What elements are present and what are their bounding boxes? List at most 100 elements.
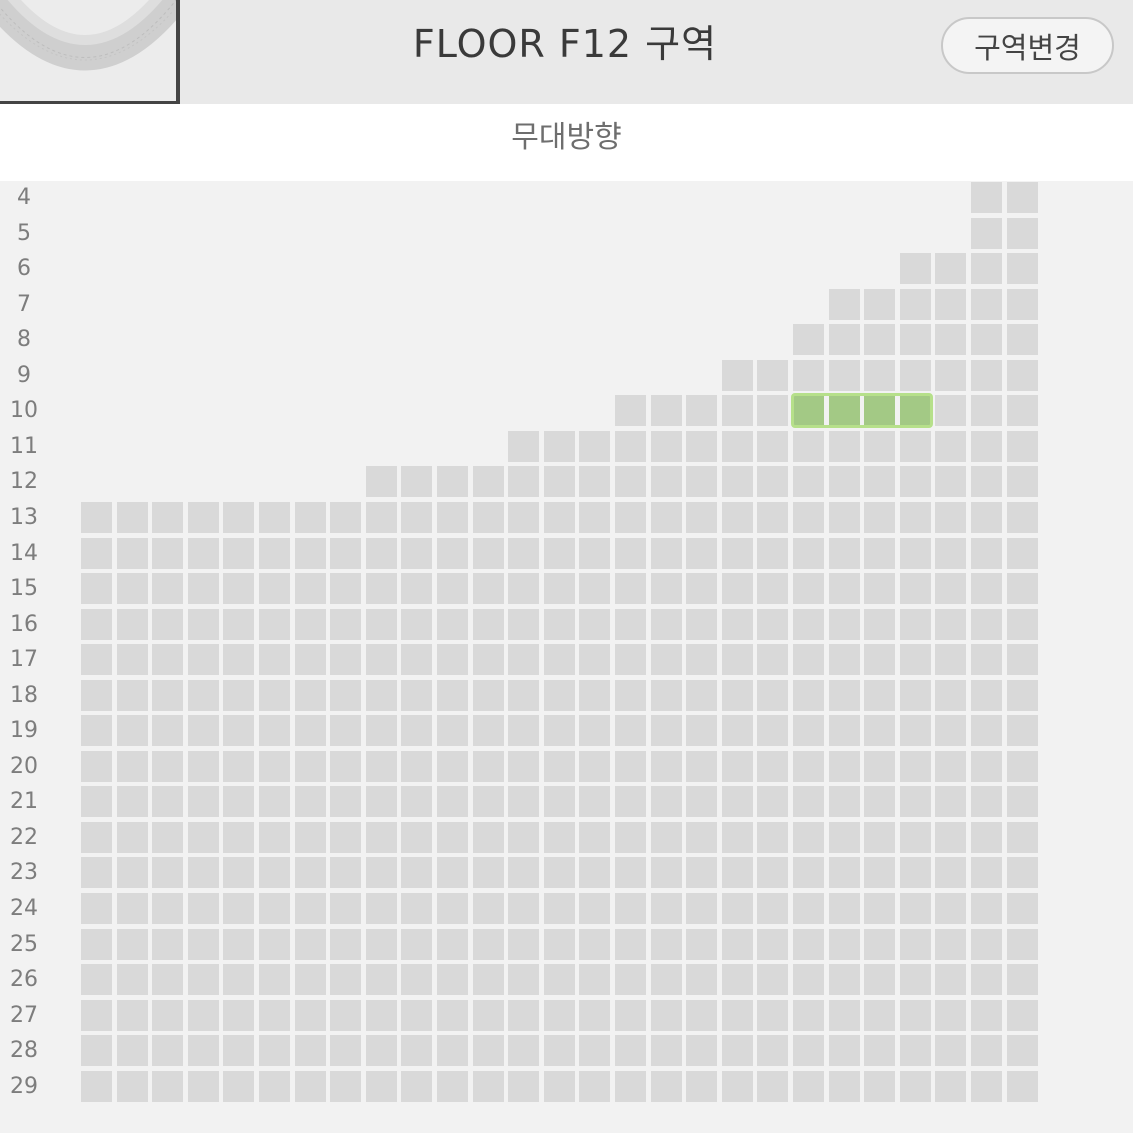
seat[interactable] <box>544 573 575 604</box>
seat[interactable] <box>579 431 610 462</box>
seat[interactable] <box>259 502 290 533</box>
seat[interactable] <box>473 609 504 640</box>
seat[interactable] <box>793 857 824 888</box>
change-section-button[interactable]: 구역변경 <box>941 17 1114 74</box>
seat[interactable] <box>864 751 895 782</box>
seat[interactable] <box>437 929 468 960</box>
seat[interactable] <box>651 644 682 675</box>
seat[interactable] <box>971 360 1002 391</box>
seat[interactable] <box>295 609 326 640</box>
seat[interactable] <box>864 609 895 640</box>
seat[interactable] <box>686 751 717 782</box>
seat[interactable] <box>579 964 610 995</box>
seat[interactable] <box>829 609 860 640</box>
seat[interactable] <box>188 680 219 711</box>
seat[interactable] <box>81 1071 112 1102</box>
seat[interactable] <box>401 1071 432 1102</box>
seat[interactable] <box>117 857 148 888</box>
seat[interactable] <box>1007 324 1038 355</box>
seat[interactable] <box>259 822 290 853</box>
seat[interactable] <box>829 680 860 711</box>
seat[interactable] <box>259 964 290 995</box>
seat[interactable] <box>971 786 1002 817</box>
seat[interactable] <box>651 431 682 462</box>
seat[interactable] <box>295 786 326 817</box>
seat[interactable] <box>900 929 931 960</box>
seat[interactable] <box>651 573 682 604</box>
seat[interactable] <box>81 715 112 746</box>
seat[interactable] <box>544 431 575 462</box>
seat[interactable] <box>330 964 361 995</box>
seat[interactable] <box>508 609 539 640</box>
seat[interactable] <box>615 538 646 569</box>
seat[interactable] <box>971 715 1002 746</box>
seat[interactable] <box>722 822 753 853</box>
seat[interactable] <box>829 715 860 746</box>
seat[interactable] <box>686 1035 717 1066</box>
seat[interactable] <box>615 893 646 924</box>
seat[interactable] <box>401 502 432 533</box>
seat[interactable] <box>1007 289 1038 320</box>
seat[interactable] <box>686 609 717 640</box>
seat[interactable] <box>971 289 1002 320</box>
seat[interactable] <box>935 1071 966 1102</box>
seat[interactable] <box>508 431 539 462</box>
seat[interactable] <box>722 929 753 960</box>
seat[interactable] <box>686 502 717 533</box>
seat[interactable] <box>864 893 895 924</box>
seat[interactable] <box>473 715 504 746</box>
seat[interactable] <box>829 893 860 924</box>
seat[interactable] <box>935 929 966 960</box>
seat[interactable] <box>1007 502 1038 533</box>
seat[interactable] <box>437 680 468 711</box>
seat[interactable] <box>579 573 610 604</box>
seat[interactable] <box>579 751 610 782</box>
seat[interactable] <box>864 644 895 675</box>
seat[interactable] <box>223 502 254 533</box>
seat[interactable] <box>1007 893 1038 924</box>
seat[interactable] <box>793 680 824 711</box>
seat[interactable] <box>544 466 575 497</box>
seat[interactable] <box>971 1035 1002 1066</box>
seat[interactable] <box>508 1000 539 1031</box>
seat[interactable] <box>900 431 931 462</box>
seat[interactable] <box>437 644 468 675</box>
seat[interactable] <box>651 857 682 888</box>
seat[interactable] <box>615 1035 646 1066</box>
seat[interactable] <box>473 822 504 853</box>
seat[interactable] <box>935 1000 966 1031</box>
seat[interactable] <box>259 751 290 782</box>
seat[interactable] <box>829 502 860 533</box>
seat[interactable] <box>330 644 361 675</box>
seat[interactable] <box>615 502 646 533</box>
seat[interactable] <box>188 715 219 746</box>
seat[interactable] <box>900 573 931 604</box>
seat[interactable] <box>935 893 966 924</box>
seat[interactable] <box>651 786 682 817</box>
seat[interactable] <box>757 751 788 782</box>
seat[interactable] <box>401 644 432 675</box>
seat[interactable] <box>473 893 504 924</box>
seat[interactable] <box>757 466 788 497</box>
seat[interactable] <box>793 360 824 391</box>
seat[interactable] <box>864 786 895 817</box>
seat[interactable] <box>544 715 575 746</box>
seat[interactable] <box>829 964 860 995</box>
seat[interactable] <box>223 964 254 995</box>
seat[interactable] <box>935 289 966 320</box>
seat[interactable] <box>330 751 361 782</box>
seat[interactable] <box>935 431 966 462</box>
seat[interactable] <box>330 786 361 817</box>
seat[interactable] <box>117 573 148 604</box>
seat[interactable] <box>1007 1000 1038 1031</box>
seat[interactable] <box>508 680 539 711</box>
seat[interactable] <box>579 1000 610 1031</box>
seat[interactable] <box>544 751 575 782</box>
seat[interactable] <box>722 360 753 391</box>
seat-selected[interactable] <box>900 395 931 426</box>
seat[interactable] <box>864 715 895 746</box>
seat[interactable] <box>722 502 753 533</box>
seat[interactable] <box>473 857 504 888</box>
seat[interactable] <box>152 680 183 711</box>
seat[interactable] <box>793 609 824 640</box>
